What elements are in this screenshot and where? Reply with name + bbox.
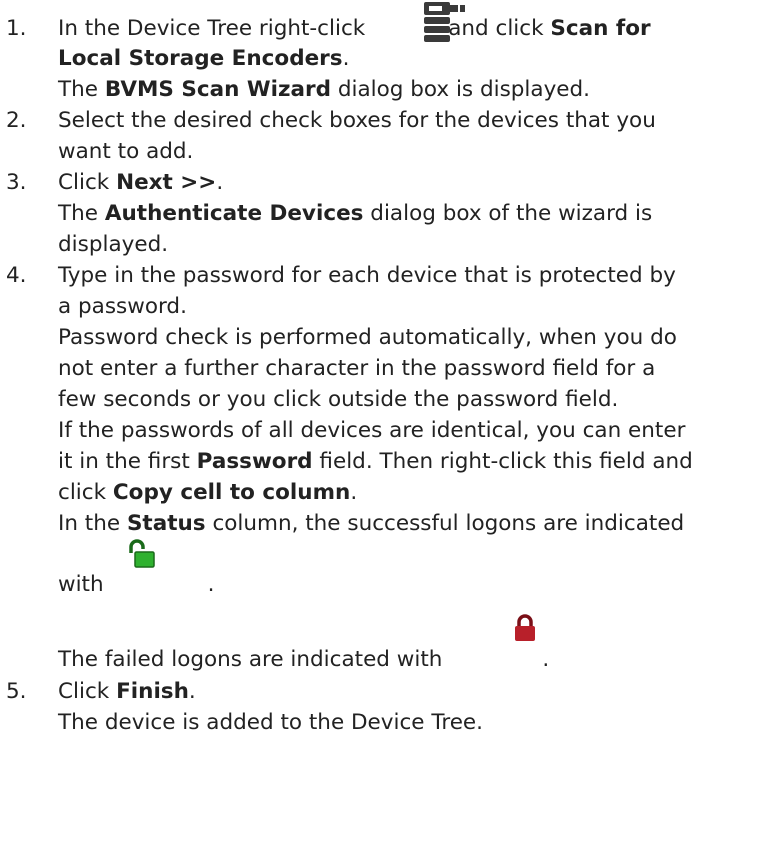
step-4-line-1: Type in the password for each device tha… bbox=[58, 263, 676, 288]
instruction-page: 1. In the Device Tree right-click and cli… bbox=[0, 0, 757, 867]
step-4-line-4: not enter a further character in the pas… bbox=[58, 356, 656, 381]
step-4-line-7: it in the first Password field. Then rig… bbox=[58, 449, 693, 474]
step-4-line-8: click Copy cell to column. bbox=[58, 480, 358, 505]
step-2-number: 2. bbox=[6, 108, 27, 133]
step-4-line-6: If the passwords of all devices are iden… bbox=[58, 418, 686, 443]
step-4-number: 4. bbox=[6, 263, 27, 288]
step-3-line-3: displayed. bbox=[58, 232, 169, 257]
step-2-line-1: Select the desired check boxes for the d… bbox=[58, 108, 656, 133]
step-4-line-5: few seconds or you click outside the pas… bbox=[58, 387, 619, 412]
step-1-line-2: Local Storage Encoders. bbox=[58, 46, 350, 71]
step-2-line-2: want to add. bbox=[58, 139, 194, 164]
locked-padlock-icon bbox=[515, 614, 535, 641]
step-1-line-3: The BVMS Scan Wizard dialog box is displ… bbox=[58, 77, 591, 102]
step-4-line-2: a password. bbox=[58, 294, 187, 319]
step-4-line-10: with. bbox=[58, 572, 215, 597]
step-4-line-11: The failed logons are indicated with. bbox=[58, 647, 550, 672]
step-5-line-2: The device is added to the Device Tree. bbox=[58, 710, 483, 735]
step-1-number: 1. bbox=[6, 16, 27, 41]
step-3-line-1: Click Next >>. bbox=[58, 170, 224, 195]
step-4-line-9: In the Status column, the successful log… bbox=[58, 511, 685, 536]
step-3-number: 3. bbox=[6, 170, 27, 195]
storage-encoder-icon bbox=[424, 2, 465, 42]
step-3-line-2: The Authenticate Devices dialog box of t… bbox=[58, 201, 653, 226]
step-4-line-3: Password check is performed automaticall… bbox=[58, 325, 677, 350]
step-5-number: 5. bbox=[6, 679, 27, 704]
unlocked-padlock-icon bbox=[129, 539, 155, 568]
step-5-line-1: Click Finish. bbox=[58, 679, 196, 704]
step-1-line-1: In the Device Tree right-click and click … bbox=[58, 16, 651, 41]
